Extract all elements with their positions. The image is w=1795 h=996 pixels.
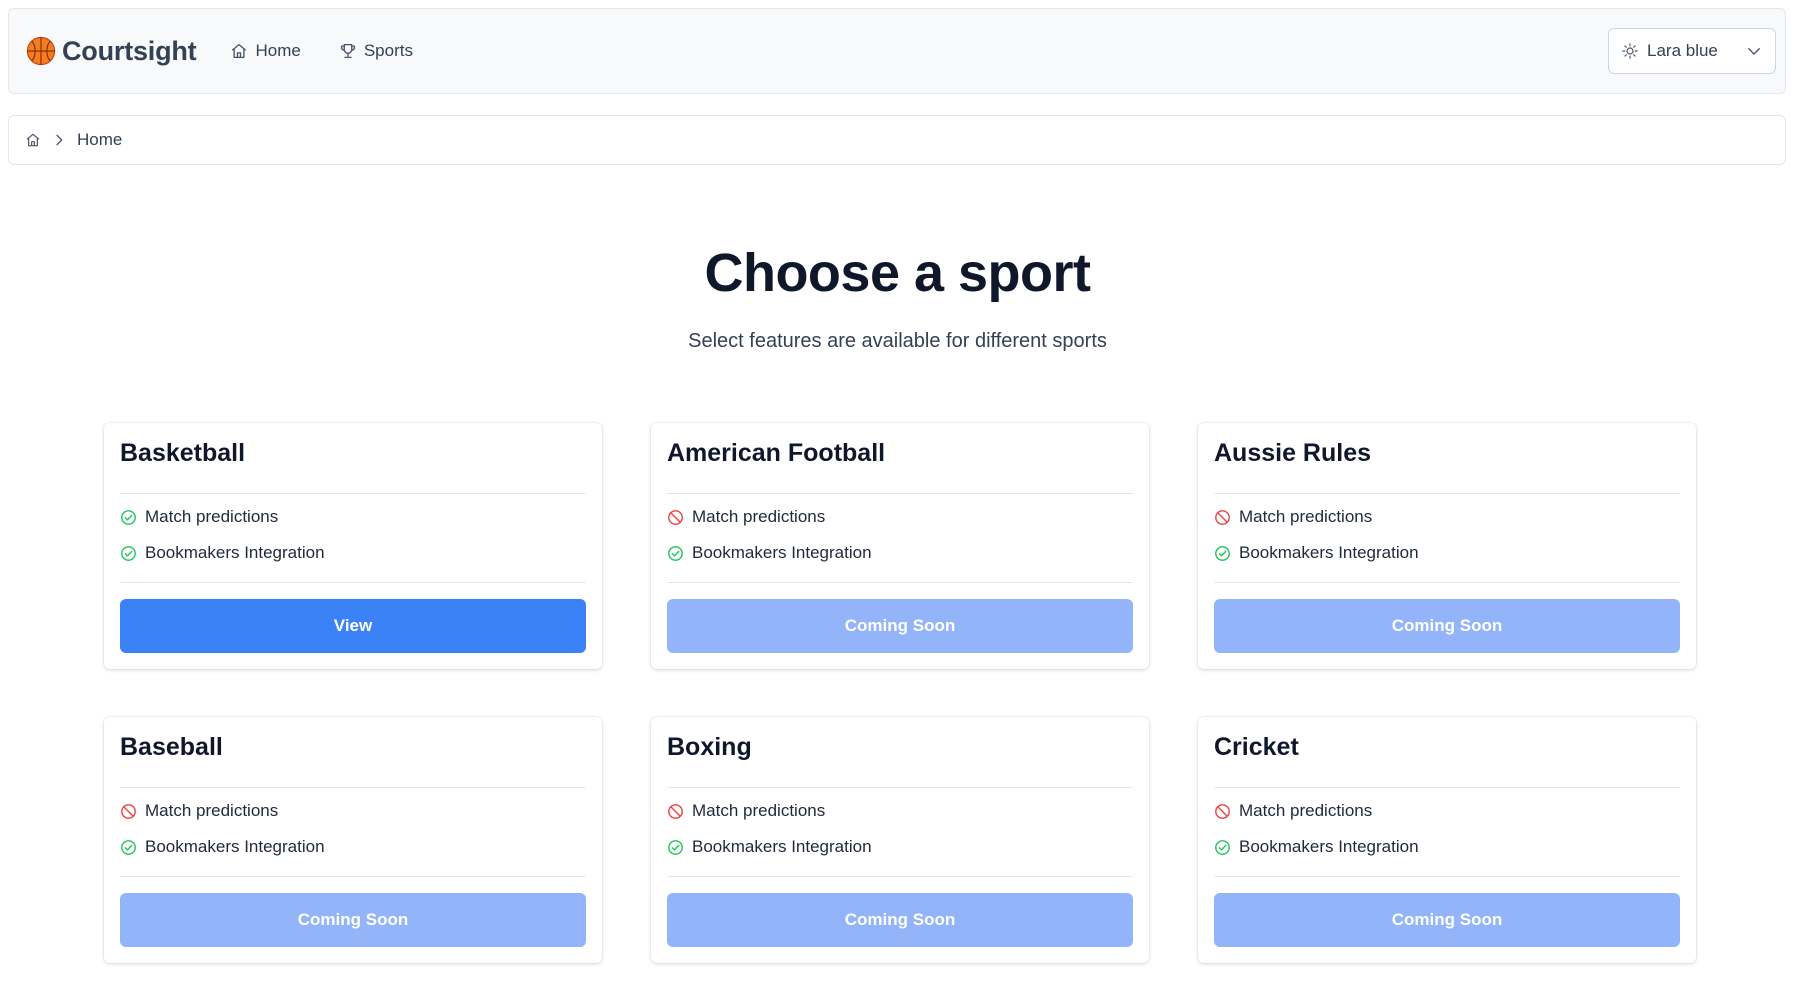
sport-card-title: Aussie Rules	[1214, 439, 1372, 467]
check-circle-icon	[120, 839, 137, 856]
coming-soon-button[interactable]: Coming Soon	[667, 893, 1133, 947]
coming-soon-button[interactable]: Coming Soon	[667, 599, 1133, 653]
home-icon	[232, 43, 247, 59]
check-circle-icon	[1214, 545, 1231, 562]
feature-predictions: Match predictions	[667, 507, 825, 527]
feature-bookmakers: Bookmakers Integration	[1214, 837, 1419, 857]
divider	[1214, 582, 1680, 583]
nav-home[interactable]: Home	[230, 41, 301, 61]
feature-label: Bookmakers Integration	[145, 543, 325, 562]
feature-bookmakers: Bookmakers Integration	[667, 543, 872, 563]
sport-card: Boxing Match predictions Bookmakers Integr…	[651, 717, 1149, 963]
feature-predictions: Match predictions	[1214, 801, 1372, 821]
trophy-icon	[340, 43, 355, 59]
divider	[667, 582, 1133, 583]
nav-home-label: Home	[255, 41, 301, 60]
sport-card-title: Boxing	[667, 733, 752, 761]
page-subtitle: Select features are available for differ…	[688, 330, 1107, 352]
home-icon[interactable]	[25, 132, 41, 148]
theme-dropdown-value: Lara blue	[1647, 41, 1718, 60]
coming-soon-button[interactable]: Coming Soon	[120, 893, 586, 947]
check-circle-icon	[120, 509, 137, 526]
feature-bookmakers: Bookmakers Integration	[120, 837, 325, 857]
divider	[667, 876, 1133, 877]
basketball-icon	[26, 36, 56, 66]
feature-predictions: Match predictions	[120, 507, 278, 527]
sport-card-title: Cricket	[1214, 733, 1299, 761]
divider	[120, 582, 586, 583]
feature-label: Match predictions	[145, 801, 279, 820]
sport-card: Basketball Match predictions Bookmakers In…	[104, 423, 602, 669]
coming-soon-button[interactable]: Coming Soon	[1214, 599, 1680, 653]
chevron-down-icon	[1748, 48, 1760, 55]
breadcrumb: Home	[8, 115, 1786, 165]
check-circle-icon	[667, 545, 684, 562]
ban-icon	[1214, 509, 1231, 526]
divider	[667, 493, 1133, 494]
page-title: Choose a sport	[704, 243, 1091, 303]
brand-logo[interactable]: Courtsight	[26, 35, 197, 67]
check-circle-icon	[667, 839, 684, 856]
nav-sports[interactable]: Sports	[339, 41, 413, 61]
check-circle-icon	[120, 545, 137, 562]
divider	[1214, 876, 1680, 877]
feature-label: Match predictions	[1239, 507, 1373, 526]
divider	[667, 787, 1133, 788]
feature-label: Bookmakers Integration	[1239, 837, 1419, 856]
feature-label: Bookmakers Integration	[145, 837, 325, 856]
feature-label: Match predictions	[1239, 801, 1373, 820]
divider	[120, 787, 586, 788]
nav-sports-label: Sports	[363, 41, 413, 60]
feature-bookmakers: Bookmakers Integration	[667, 837, 872, 857]
divider	[120, 876, 586, 877]
sport-card-title: American Football	[667, 439, 886, 467]
feature-predictions: Match predictions	[1214, 507, 1372, 527]
ban-icon	[667, 509, 684, 526]
view-button[interactable]: View	[120, 599, 586, 653]
feature-label: Match predictions	[145, 507, 279, 526]
sport-card: American Football Match predictions Bookma…	[651, 423, 1149, 669]
sport-card: Aussie Rules Match predictions Bookmakers …	[1198, 423, 1696, 669]
breadcrumb-current: Home	[77, 130, 123, 149]
sun-icon	[1622, 43, 1638, 59]
divider	[1214, 787, 1680, 788]
ban-icon	[667, 803, 684, 820]
top-navbar: Courtsight Home Sports Lara blue	[8, 8, 1786, 94]
sport-card: Baseball Match predictions Bookmakers Inte…	[104, 717, 602, 963]
ban-icon	[1214, 803, 1231, 820]
sport-card: Cricket Match predictions Bookmakers Integ…	[1198, 717, 1696, 963]
feature-predictions: Match predictions	[667, 801, 825, 821]
app-name: Courtsight	[62, 35, 197, 66]
feature-label: Bookmakers Integration	[692, 837, 872, 856]
feature-label: Match predictions	[692, 507, 826, 526]
sport-card-title: Basketball	[120, 439, 246, 467]
coming-soon-button[interactable]: Coming Soon	[1214, 893, 1680, 947]
sport-card-title: Baseball	[120, 733, 223, 761]
chevron-right-icon	[56, 134, 63, 146]
feature-bookmakers: Bookmakers Integration	[1214, 543, 1419, 563]
check-circle-icon	[1214, 839, 1231, 856]
feature-bookmakers: Bookmakers Integration	[120, 543, 325, 563]
theme-dropdown[interactable]: Lara blue	[1608, 28, 1776, 74]
feature-label: Bookmakers Integration	[1239, 543, 1419, 562]
divider	[1214, 493, 1680, 494]
feature-predictions: Match predictions	[120, 801, 278, 821]
feature-label: Match predictions	[692, 801, 826, 820]
feature-label: Bookmakers Integration	[692, 543, 872, 562]
ban-icon	[120, 803, 137, 820]
divider	[120, 493, 586, 494]
